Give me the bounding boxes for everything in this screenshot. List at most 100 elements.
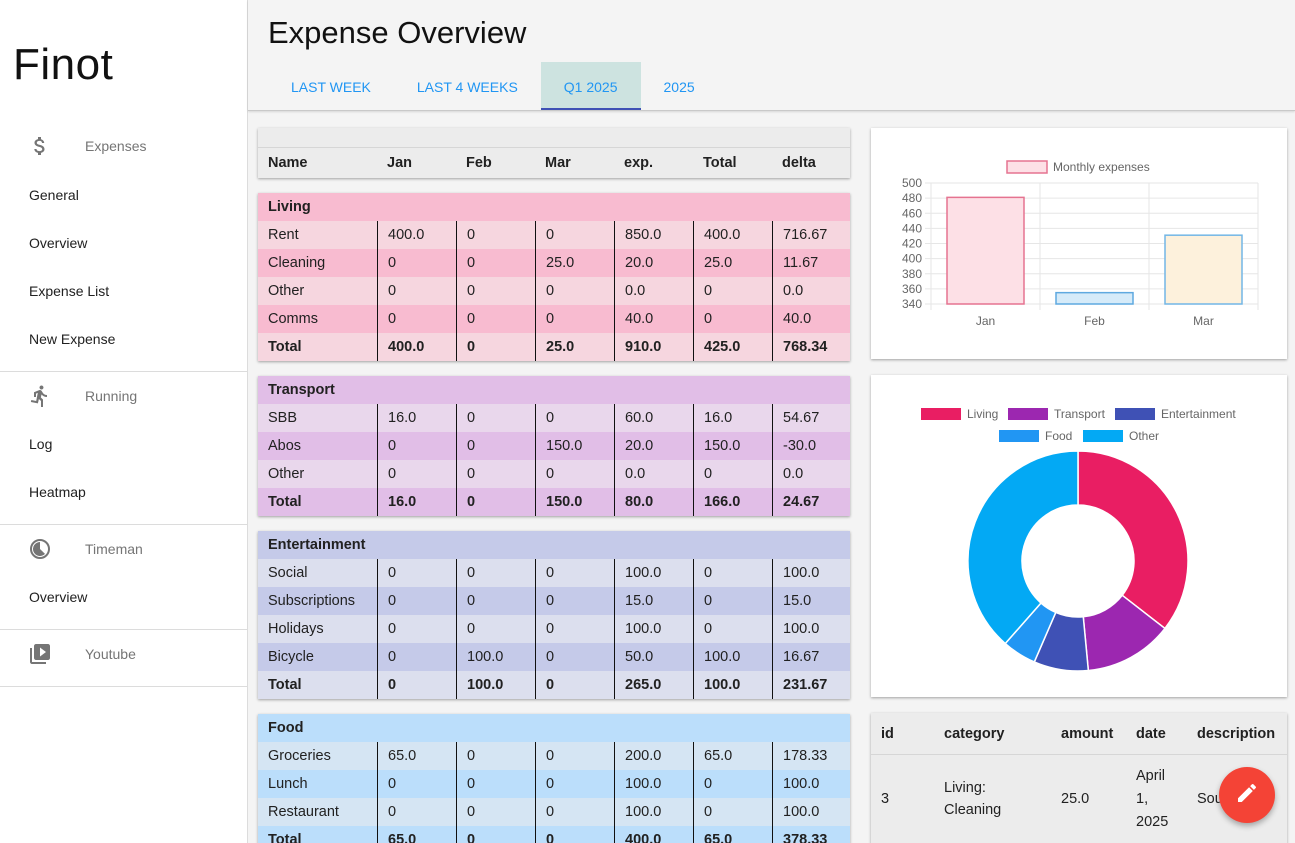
cell-exp: 100.0 — [614, 770, 693, 798]
col-id: id — [881, 725, 894, 742]
cell-name: Comms — [268, 311, 318, 327]
row-category: Living: Cleaning — [934, 777, 1051, 821]
x-tick-label: Feb — [1084, 314, 1105, 328]
col-date: date — [1136, 725, 1166, 742]
y-tick-label: 400 — [902, 252, 922, 266]
cell-total: 0 — [693, 587, 772, 615]
table-row: Other 0 0 0 0.0 0 0.0 — [258, 277, 850, 305]
table-row: Comms 0 0 0 40.0 0 40.0 — [258, 305, 850, 333]
edit-fab-button[interactable] — [1219, 767, 1275, 823]
cell-name: Rent — [268, 227, 299, 243]
nav-item-general[interactable]: General — [29, 171, 79, 219]
section-title: Food — [258, 714, 850, 742]
nav-head-timeman[interactable]: Timeman — [0, 525, 247, 573]
app-header: Expense Overview LAST WEEK LAST 4 WEEKS … — [248, 0, 1295, 111]
nav-item-new-expense[interactable]: New Expense — [29, 315, 115, 363]
timeman-icon — [28, 537, 52, 561]
cell-jan: 16.0 — [377, 488, 456, 516]
nav-head-running[interactable]: Running — [0, 372, 247, 420]
cell-total: 65.0 — [693, 742, 772, 770]
cell-name: SBB — [268, 410, 298, 426]
cell-name: Restaurant — [268, 804, 339, 820]
cell-name: Subscriptions — [268, 593, 356, 609]
cell-exp: 850.0 — [614, 221, 693, 249]
cell-jan: 0 — [377, 671, 456, 699]
row-date-line3: 2025 — [1136, 813, 1169, 830]
cell-jan: 0 — [377, 432, 456, 460]
tab-2025[interactable]: 2025 — [641, 62, 718, 110]
nav-item-heatmap[interactable]: Heatmap — [29, 468, 86, 516]
cell-delta: 100.0 — [772, 559, 850, 587]
cell-feb: 0 — [456, 277, 535, 305]
section-title: Entertainment — [258, 531, 850, 559]
bar-feb — [1055, 291, 1134, 305]
cell-total: 400.0 — [693, 221, 772, 249]
cell-feb: 100.0 — [456, 671, 535, 699]
legend-label-food: Food — [1045, 429, 1072, 443]
legend-swatch-transport — [1008, 408, 1048, 420]
cell-jan: 0 — [377, 305, 456, 333]
row-date-line2: 1, — [1136, 790, 1149, 807]
table-header: Name Jan Feb Mar exp. Total delta — [258, 128, 850, 178]
nav-head-expenses[interactable]: Expenses — [0, 122, 247, 170]
cell-feb: 0 — [456, 488, 535, 516]
column-header-delta: delta — [782, 155, 816, 171]
cell-mar: 0 — [535, 404, 614, 432]
table-row: Subscriptions 0 0 0 15.0 0 15.0 — [258, 587, 850, 615]
tab-q1-2025[interactable]: Q1 2025 — [540, 62, 641, 110]
cell-jan: 0 — [377, 249, 456, 277]
tab-last-4-weeks[interactable]: LAST 4 WEEKS — [394, 62, 541, 110]
y-tick-label: 340 — [902, 297, 922, 311]
nav-group-youtube: Youtube — [0, 630, 247, 687]
video-library-icon — [28, 642, 52, 666]
cell-delta: 0.0 — [772, 277, 850, 305]
expense-overview-table: Name Jan Feb Mar exp. Total delta Living Rent 40… — [258, 128, 850, 843]
cell-name: Bicycle — [268, 649, 314, 665]
section-title: Living — [258, 193, 850, 221]
cell-mar: 150.0 — [535, 432, 614, 460]
cell-jan: 400.0 — [377, 333, 456, 361]
cell-name: Lunch — [268, 776, 308, 792]
nav-item-overview[interactable]: Overview — [29, 219, 87, 267]
col-amount: amount — [1061, 725, 1114, 742]
cell-total: 100.0 — [693, 671, 772, 699]
cell-exp: 20.0 — [614, 432, 693, 460]
column-header-feb: Feb — [466, 155, 492, 171]
col-category: category — [944, 725, 1005, 742]
nav-item-log[interactable]: Log — [29, 420, 52, 468]
cell-feb: 0 — [456, 333, 535, 361]
monthly-expenses-chart: Monthly expenses 340 360 380 400 420 440 460 480… — [871, 128, 1287, 359]
tab-last-week[interactable]: LAST WEEK — [268, 62, 394, 110]
donut-chart-svg: Living Transport Entertainment Food Other — [921, 407, 1236, 672]
cell-name: Holidays — [268, 621, 324, 637]
page-title: Expense Overview — [268, 15, 527, 50]
total-row: Total 16.0 0 150.0 80.0 166.0 24.67 — [258, 488, 850, 516]
y-tick-label: 460 — [902, 206, 922, 220]
cell-total: 65.0 — [693, 826, 772, 843]
y-tick-label: 440 — [902, 221, 922, 235]
legend-label-living: Living — [967, 407, 998, 421]
nav-item-expense-list[interactable]: Expense List — [29, 267, 109, 315]
nav-head-youtube[interactable]: Youtube — [0, 630, 247, 678]
column-header-name: Name — [268, 155, 308, 171]
table-row: Rent 400.0 0 0 850.0 400.0 716.67 — [258, 221, 850, 249]
category-donut-chart: Living Transport Entertainment Food Other — [871, 375, 1287, 697]
cell-feb: 0 — [456, 615, 535, 643]
cell-exp: 50.0 — [614, 643, 693, 671]
cell-mar: 0 — [535, 221, 614, 249]
cell-name: Total — [268, 832, 302, 843]
cell-total: 150.0 — [693, 432, 772, 460]
cell-delta: 178.33 — [772, 742, 850, 770]
cell-name: Social — [268, 565, 308, 581]
cell-feb: 100.0 — [456, 643, 535, 671]
sidebar: Finot Expenses General Overview Expense … — [0, 0, 248, 843]
cell-name: Abos — [268, 438, 302, 454]
cell-name: Total — [268, 677, 302, 693]
cell-feb: 0 — [456, 826, 535, 843]
nav-item-timeman-overview[interactable]: Overview — [29, 573, 87, 621]
cell-name: Total — [268, 494, 302, 510]
y-tick-label: 380 — [902, 267, 922, 281]
cell-exp: 40.0 — [614, 305, 693, 333]
cell-jan: 0 — [377, 643, 456, 671]
x-tick-label: Jan — [976, 314, 995, 328]
